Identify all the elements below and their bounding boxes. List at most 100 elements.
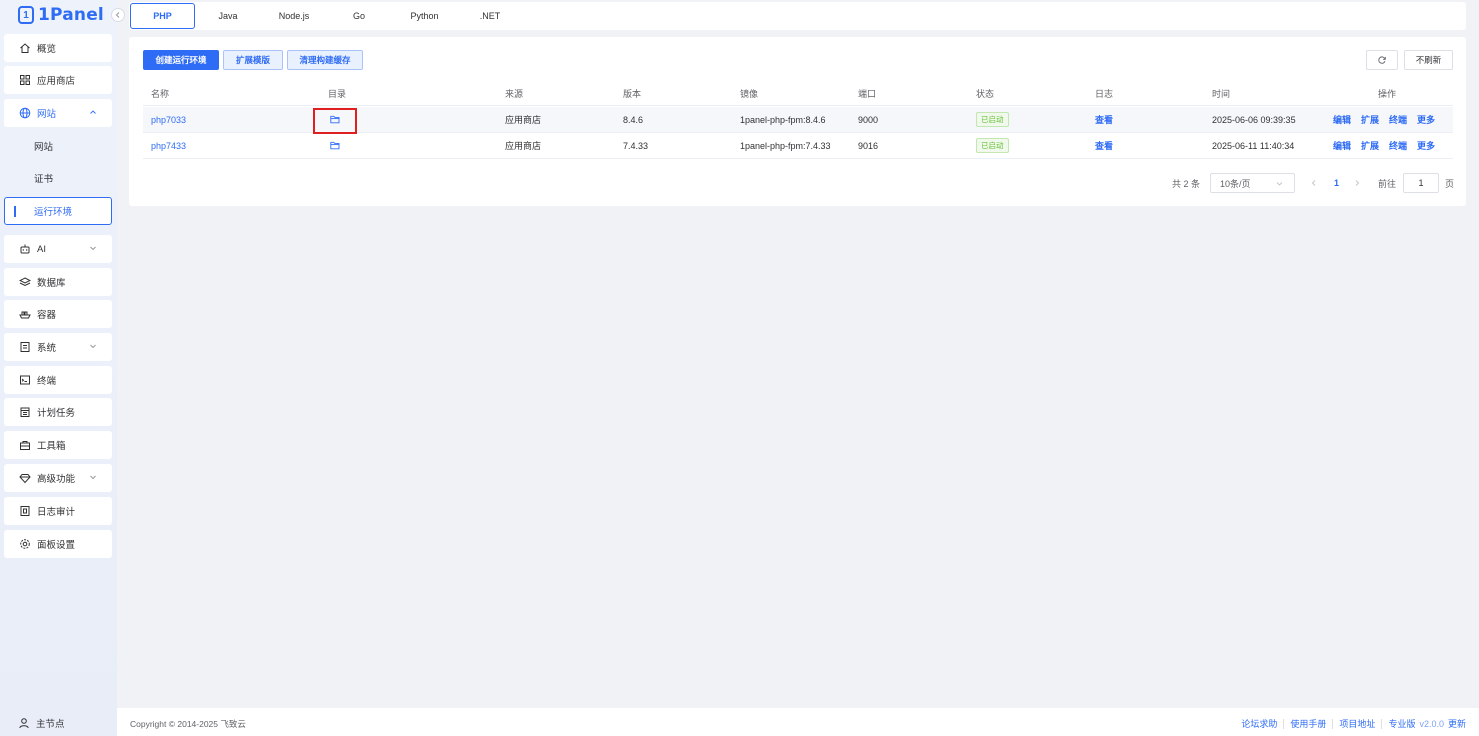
collapse-sidebar-button[interactable] (111, 8, 125, 22)
sidebar-subitem-website[interactable]: 网站 (4, 132, 112, 160)
sidebar-item-terminal[interactable]: 终端 (4, 366, 112, 394)
sidebar-item-label: 概览 (37, 44, 57, 55)
update-link[interactable]: 更新 (1448, 717, 1466, 730)
goto-label: 前往 (1378, 178, 1397, 189)
image-cell: 1panel-php-fpm:7.4.33 (740, 140, 831, 151)
chevron-down-icon (90, 246, 96, 251)
divider (1381, 718, 1383, 729)
toolbox-icon (19, 439, 31, 451)
sidebar-item-advanced[interactable]: 高级功能 (4, 464, 112, 492)
prev-page-button[interactable] (1310, 173, 1318, 193)
tab-java[interactable]: Java (195, 3, 261, 29)
column-header-name: 名称 (151, 89, 170, 99)
manual-link[interactable]: 使用手册 (1290, 717, 1326, 730)
sidebar-item-cron[interactable]: 计划任务 (4, 398, 112, 426)
highlight-box (313, 108, 357, 134)
column-header-image: 镜像 (740, 89, 759, 99)
robot-icon (19, 243, 31, 255)
terminal-button[interactable]: 终端 (1389, 113, 1407, 126)
sidebar-item-app-store[interactable]: 应用商店 (4, 66, 112, 94)
sidebar-item-toolbox[interactable]: 工具箱 (4, 431, 112, 459)
sidebar-item-label: 日志审计 (37, 507, 76, 518)
layers-icon (19, 276, 31, 288)
node-selector[interactable]: 主节点 (18, 716, 65, 730)
log-icon (19, 505, 31, 517)
sidebar-item-log-audit[interactable]: 日志审计 (4, 497, 112, 525)
sidebar-subitem-label: 证书 (34, 174, 54, 185)
clear-build-cache-button[interactable]: 清理构建缓存 (287, 50, 363, 70)
ship-icon (19, 308, 31, 320)
create-runtime-button[interactable]: 创建运行环境 (143, 50, 219, 70)
sidebar-item-website[interactable]: 网站 (4, 99, 112, 127)
status-cell: 已启动 (976, 133, 1009, 158)
diamond-icon (19, 472, 31, 484)
column-header-source: 来源 (505, 89, 524, 99)
terminal-button[interactable]: 终端 (1389, 139, 1407, 152)
sidebar-item-system[interactable]: 系统 (4, 333, 112, 361)
column-header-actions: 操作 (1378, 89, 1397, 99)
globe-icon (19, 107, 31, 119)
more-button[interactable]: 更多 (1417, 139, 1435, 152)
runtime-name-link[interactable]: php7033 (151, 107, 186, 132)
file-icon (19, 341, 31, 353)
chevron-down-icon (90, 475, 96, 480)
sidebar-item-label: 容器 (37, 310, 57, 321)
edition-link[interactable]: 专业版 (1388, 717, 1415, 730)
refresh-button[interactable] (1366, 50, 1398, 70)
chevron-right-icon (1355, 180, 1360, 186)
sidebar-item-ai[interactable]: AI (4, 235, 112, 263)
edit-button[interactable]: 编辑 (1333, 139, 1351, 152)
sidebar-item-container[interactable]: 容器 (4, 300, 112, 328)
source-cell: 应用商店 (505, 115, 542, 125)
project-link[interactable]: 项目地址 (1339, 717, 1375, 730)
tab-go[interactable]: Go (327, 3, 391, 29)
tab-php[interactable]: PHP (130, 3, 195, 29)
sidebar-item-label: 应用商店 (37, 76, 76, 87)
tab-python[interactable]: Python (391, 3, 458, 29)
runtime-name-link[interactable]: php7433 (151, 133, 186, 158)
sidebar-item-settings[interactable]: 面板设置 (4, 530, 112, 558)
tab-dotnet[interactable]: .NET (458, 3, 522, 29)
logo[interactable]: 1 1Panel (18, 3, 104, 27)
chevron-up-icon (90, 110, 96, 114)
sidebar-item-label: 系统 (37, 343, 57, 354)
image-cell: 1panel-php-fpm:8.4.6 (740, 114, 826, 125)
status-badge: 已启动 (976, 138, 1009, 153)
version-label: v2.0.0 (1419, 718, 1444, 729)
sidebar: 1 1Panel 概览 应用商店 网站 网站 证书 运行环境 AI 数据库 容器… (0, 0, 117, 736)
divider (1283, 718, 1285, 729)
open-directory-button[interactable] (330, 133, 340, 158)
grid-icon (19, 74, 31, 86)
divider (1332, 718, 1334, 729)
page-number-current[interactable]: 1 (1334, 173, 1339, 193)
edit-button[interactable]: 编辑 (1333, 113, 1351, 126)
column-header-directory: 目录 (328, 89, 347, 99)
sidebar-item-label: 高级功能 (37, 474, 76, 485)
sidebar-item-overview[interactable]: 概览 (4, 34, 112, 62)
column-header-version: 版本 (623, 89, 642, 99)
view-log-link[interactable]: 查看 (1095, 133, 1113, 158)
extension-button[interactable]: 扩展 (1361, 113, 1379, 126)
no-refresh-select[interactable]: 不刷新 (1404, 50, 1453, 70)
goto-suffix: 页 (1445, 178, 1455, 189)
tab-nodejs[interactable]: Node.js (261, 3, 327, 29)
refresh-icon (1378, 56, 1386, 64)
column-header-port: 端口 (858, 89, 877, 99)
time-cell: 2025-06-11 11:40:34 (1212, 140, 1295, 151)
sidebar-subitem-certificate[interactable]: 证书 (4, 164, 112, 192)
more-button[interactable]: 更多 (1417, 113, 1435, 126)
sidebar-item-label: 网站 (37, 109, 57, 120)
goto-page-input[interactable]: 1 (1403, 173, 1439, 193)
sidebar-subitem-runtime[interactable]: 运行环境 (4, 197, 112, 225)
sidebar-item-label: 面板设置 (37, 540, 76, 551)
sidebar-item-database[interactable]: 数据库 (4, 268, 112, 296)
forum-link[interactable]: 论坛求助 (1241, 717, 1277, 730)
terminal-icon (19, 374, 31, 386)
calendar-icon (19, 406, 31, 418)
next-page-button[interactable] (1353, 173, 1361, 193)
extension-button[interactable]: 扩展 (1361, 139, 1379, 152)
status-badge: 已启动 (976, 112, 1009, 127)
extension-template-button[interactable]: 扩展模版 (223, 50, 283, 70)
page-size-select[interactable]: 10条/页 (1210, 173, 1295, 193)
view-log-link[interactable]: 查看 (1095, 107, 1113, 132)
